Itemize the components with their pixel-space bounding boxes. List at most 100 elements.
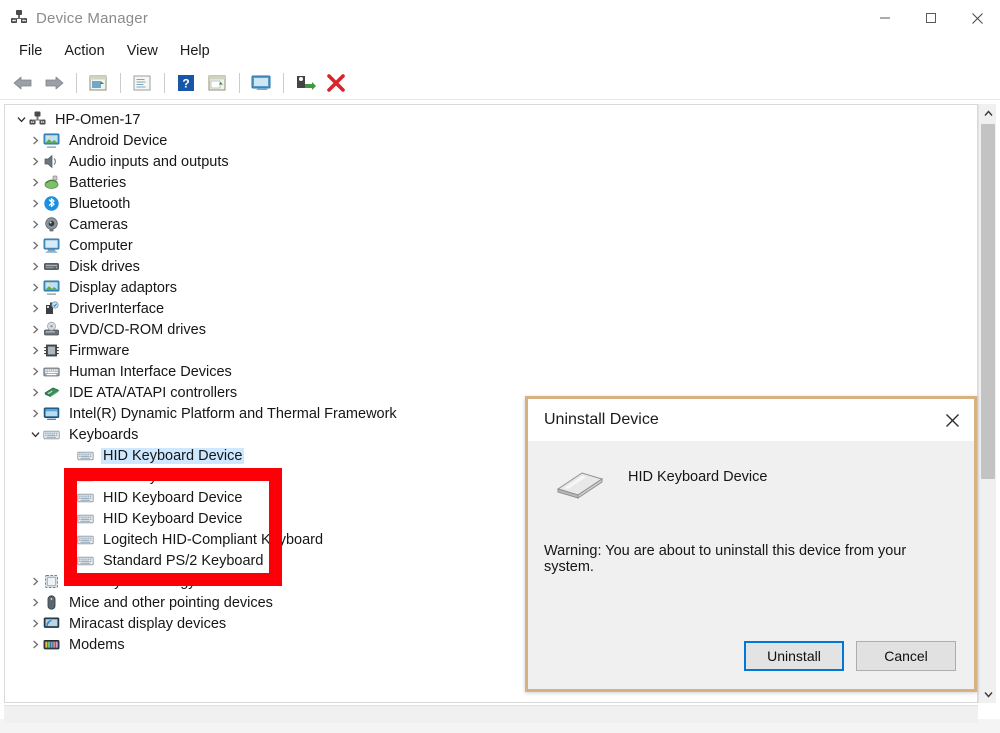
tree-item-label: Keyboards: [69, 426, 139, 443]
tree-item-label: DVD/CD-ROM drives: [69, 321, 206, 338]
menu-item-action[interactable]: Action: [53, 40, 115, 62]
tree-root-node[interactable]: HP-Omen-17: [5, 109, 977, 130]
menu-item-view[interactable]: View: [116, 40, 169, 62]
device-manager-icon: [10, 9, 28, 27]
tree-item-label: Modems: [69, 636, 125, 653]
chevron-right-icon[interactable]: [27, 214, 43, 235]
computer-root-icon: [29, 111, 47, 129]
tree-item[interactable]: Disk drives: [5, 256, 977, 277]
tree-item-label: Display adaptors: [69, 279, 177, 296]
chevron-right-icon[interactable]: [27, 361, 43, 382]
dialog-device-row: HID Keyboard Device: [544, 459, 958, 515]
tree-item[interactable]: Firmware: [5, 340, 977, 361]
dialog-body: HID Keyboard Device Warning: You are abo…: [528, 441, 974, 623]
dialog-title: Uninstall Device: [544, 411, 659, 428]
chevron-right-icon[interactable]: [27, 571, 43, 592]
uninstall-device-button[interactable]: [321, 69, 351, 97]
tree-item[interactable]: Bluetooth: [5, 193, 977, 214]
menu-item-file[interactable]: File: [8, 40, 53, 62]
chevron-down-icon[interactable]: [13, 109, 29, 130]
tree-item[interactable]: Computer: [5, 235, 977, 256]
chevron-right-icon[interactable]: [27, 382, 43, 403]
tree-item-label: Computer: [69, 237, 133, 254]
uninstall-device-dialog: Uninstall Device HID Keyboard Device War…: [525, 396, 977, 692]
firmware-icon: [43, 342, 61, 360]
keyboard-icon: [77, 447, 95, 465]
chevron-right-icon[interactable]: [27, 403, 43, 424]
dvd-drive-icon: [43, 321, 61, 339]
chevron-right-icon[interactable]: [27, 613, 43, 634]
menu-item-help[interactable]: Help: [169, 40, 221, 62]
back-button[interactable]: [8, 69, 38, 97]
disk-drive-icon: [43, 258, 61, 276]
chevron-right-icon[interactable]: [27, 277, 43, 298]
close-button[interactable]: [954, 0, 1000, 36]
title-bar: Device Manager: [0, 0, 1000, 36]
uninstall-button[interactable]: Uninstall: [744, 641, 844, 671]
vertical-scrollbar[interactable]: [978, 104, 996, 703]
chevron-right-icon[interactable]: [27, 319, 43, 340]
tree-item[interactable]: Cameras: [5, 214, 977, 235]
scan-hardware-button[interactable]: [290, 69, 320, 97]
separator-1-icon: [76, 72, 77, 93]
separator-3-icon: [164, 72, 165, 93]
dialog-close-button[interactable]: [930, 399, 974, 441]
help-button[interactable]: ?: [171, 69, 201, 97]
cancel-button[interactable]: Cancel: [856, 641, 956, 671]
chevron-right-icon[interactable]: [27, 634, 43, 655]
tree-item[interactable]: Human Interface Devices: [5, 361, 977, 382]
miracast-icon: [43, 615, 61, 633]
tree-item-label: Audio inputs and outputs: [69, 153, 229, 170]
tree-item-label: HP-Omen-17: [55, 111, 141, 128]
mouse-icon: [43, 594, 61, 612]
update-driver-button[interactable]: [127, 69, 157, 97]
keyboard-icon: [77, 552, 95, 570]
view-button[interactable]: [202, 69, 232, 97]
tree-item-label: Android Device: [69, 132, 168, 149]
chevron-right-icon[interactable]: [27, 130, 43, 151]
chevron-right-icon[interactable]: [27, 340, 43, 361]
separator-5-icon: [283, 72, 284, 93]
chevron-right-icon[interactable]: [27, 235, 43, 256]
tree-item[interactable]: DVD/CD-ROM drives: [5, 319, 977, 340]
properties-button[interactable]: [83, 69, 113, 97]
window-controls: [862, 0, 1000, 36]
keyboard-3d-icon: [552, 459, 608, 503]
tree-item-label: HID Keyboard Device: [103, 510, 243, 527]
maximize-button[interactable]: [908, 0, 954, 36]
vertical-scrollbar-thumb[interactable]: [981, 124, 995, 479]
tree-item-label: Disk drives: [69, 258, 140, 275]
tree-item[interactable]: Display adaptors: [5, 277, 977, 298]
chevron-up-icon[interactable]: [979, 104, 997, 122]
tree-item-label: Memory technology devices: [69, 573, 249, 590]
forward-button[interactable]: [39, 69, 69, 97]
chevron-right-icon[interactable]: [27, 151, 43, 172]
chevron-right-icon[interactable]: [27, 592, 43, 613]
chevron-right-icon[interactable]: [27, 172, 43, 193]
chevron-down-icon[interactable]: [27, 424, 43, 445]
tree-item-label: Standard PS/2 Keyboard: [103, 552, 264, 569]
tree-item[interactable]: Audio inputs and outputs: [5, 151, 977, 172]
show-hidden-button[interactable]: [246, 69, 276, 97]
chevron-right-icon[interactable]: [27, 298, 43, 319]
tree-item[interactable]: Batteries: [5, 172, 977, 193]
tree-item-label: HID Keyboard Device: [103, 489, 243, 506]
chevron-right-icon[interactable]: [27, 256, 43, 277]
minimize-button[interactable]: [862, 0, 908, 36]
chevron-right-icon[interactable]: [27, 193, 43, 214]
modem-icon: [43, 636, 61, 654]
tree-item[interactable]: Android Device: [5, 130, 977, 151]
dialog-title-bar: Uninstall Device: [528, 399, 974, 441]
horizontal-scrollbar[interactable]: [4, 705, 978, 723]
ide-controller-icon: [43, 384, 61, 402]
tree-item-label: Miracast display devices: [69, 615, 227, 632]
tree-item-label: Bluetooth: [69, 195, 131, 212]
tree-item[interactable]: DriverInterface: [5, 298, 977, 319]
separator-2-icon: [120, 72, 121, 93]
chevron-down-icon[interactable]: [979, 685, 997, 703]
